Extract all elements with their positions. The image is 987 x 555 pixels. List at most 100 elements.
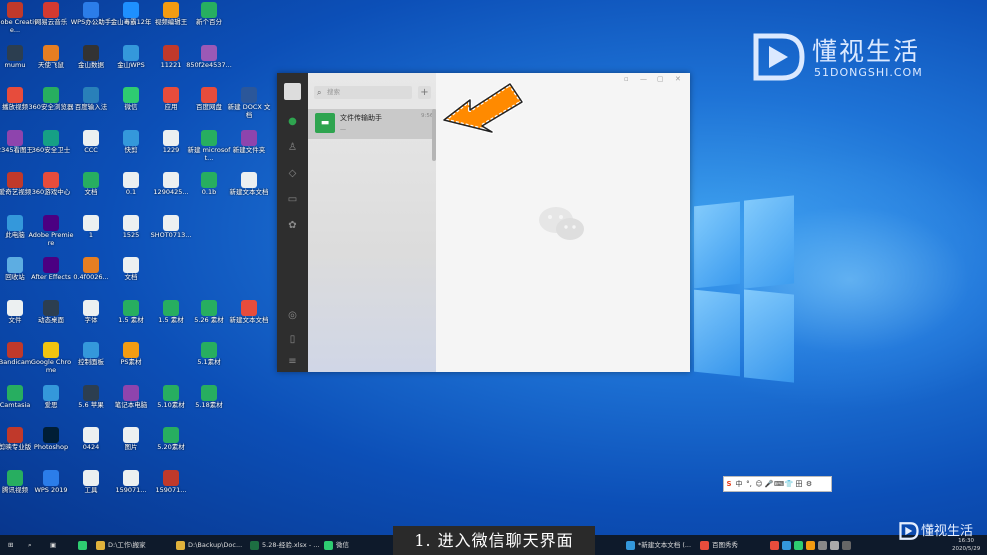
file-icon — [83, 44, 99, 61]
annotation-arrow-icon — [442, 82, 524, 134]
settings-icon[interactable]: ⚙ — [804, 477, 814, 491]
file-icon — [123, 214, 139, 231]
desktop-icon[interactable]: 850f2e4537... — [186, 44, 232, 89]
toolbox-icon[interactable]: 田 — [794, 477, 804, 491]
folder-icon[interactable]: ▭ — [286, 193, 299, 206]
file-icon — [201, 87, 217, 103]
desktop-icon-label: SHOT0713... — [150, 230, 192, 239]
file-icon — [163, 469, 179, 486]
file-icon — [43, 214, 59, 231]
menu-icon[interactable]: ≡ — [286, 355, 299, 368]
taskbar-item-1[interactable]: D:\Backup\Doc... — [176, 535, 242, 555]
chat-item-file-transfer[interactable]: ▬ 文件传输助手 一 9:56 — [308, 109, 436, 139]
file-icon — [43, 87, 59, 103]
file-icon — [201, 44, 217, 61]
desktop-icon[interactable]: 新建文本文档 — [226, 299, 272, 344]
moments-icon[interactable]: ✿ — [286, 219, 299, 232]
chat-item-name: 文件传输助手 — [340, 114, 382, 122]
file-icon — [123, 172, 139, 188]
task-view-icon[interactable]: ▣ — [50, 535, 62, 555]
taskbar-item-2[interactable]: 5.28-经验.xlsx - ... — [250, 535, 320, 555]
chat-list: ⌕ 搜索 + ▬ 文件传输助手 一 9:56 — [308, 73, 436, 372]
file-icon — [123, 384, 139, 401]
desktop-icon-label: 文档 — [124, 273, 138, 281]
file-icon — [7, 214, 23, 231]
taskbar-item-0[interactable]: D:\工作\搬家 — [96, 535, 172, 555]
ime-chinese-toggle[interactable]: 中 — [734, 477, 744, 491]
maximize-button[interactable]: ▢ — [657, 75, 664, 83]
pin-button[interactable]: ▫ — [624, 75, 629, 83]
file-icon — [83, 172, 99, 188]
keyboard-icon[interactable]: ⌨ — [774, 477, 784, 491]
system-tray[interactable] — [770, 535, 890, 555]
watermark-logo: 懂视生活 51DONGSHI.COM — [752, 30, 952, 85]
file-icon — [123, 299, 139, 316]
desktop-icon[interactable]: 新个百分 — [186, 2, 232, 46]
file-icon — [7, 2, 23, 18]
desktop-icon[interactable]: 新建文本文档 — [226, 172, 272, 216]
file-icon — [163, 214, 179, 231]
phone-icon[interactable]: ▯ — [286, 333, 299, 346]
file-icon — [123, 2, 139, 18]
pinned-app-icon[interactable] — [78, 535, 90, 555]
file-icon — [43, 342, 59, 358]
desktop-icon-label: PS素材 — [120, 358, 142, 366]
file-icon — [7, 257, 23, 273]
tutorial-caption: 1. 进入微信聊天界面 — [393, 526, 595, 555]
desktop-icon[interactable]: 文档 — [108, 257, 154, 301]
file-icon — [83, 214, 99, 231]
desktop-icon-label: 5.20素材 — [157, 443, 185, 451]
contacts-icon[interactable]: ♙ — [286, 141, 299, 154]
avatar[interactable] — [284, 83, 301, 100]
file-icon — [43, 172, 59, 188]
desktop-icon[interactable]: 5.1素材 — [186, 342, 232, 386]
desktop-icon-label: 新建文本文档 — [229, 315, 269, 324]
file-icon — [7, 172, 23, 188]
taskbar-item-4[interactable]: *新建文本文档 (... — [626, 535, 694, 555]
search-taskbar-icon[interactable]: ⌕ — [28, 535, 40, 555]
file-icon — [7, 384, 23, 401]
ime-logo[interactable]: S — [724, 477, 734, 491]
watermark-title: 懂视生活 — [812, 37, 921, 66]
clock[interactable]: 16:30 2020/5/29 — [952, 537, 980, 553]
file-icon — [7, 87, 23, 103]
file-icon — [201, 129, 217, 146]
chat-icon[interactable]: ● — [286, 115, 299, 128]
add-button[interactable]: + — [418, 86, 431, 99]
watermark-url: 51DONGSHI.COM — [814, 66, 923, 79]
collection-icon[interactable]: ◇ — [286, 167, 299, 180]
ime-punctuation[interactable]: °, — [744, 477, 754, 491]
desktop-icon[interactable]: 5.18素材 — [186, 384, 232, 429]
desktop-icon[interactable]: 5.20素材 — [148, 427, 194, 471]
taskbar-item-3[interactable]: 微信 — [324, 535, 384, 555]
skin-icon[interactable]: 👕 — [784, 477, 794, 491]
play-logo-small-icon — [899, 522, 919, 540]
mini-program-icon[interactable]: ◎ — [286, 309, 299, 322]
emoji-icon[interactable]: ☺ — [754, 477, 764, 491]
taskbar-item-5[interactable]: 百图秀秀 — [700, 535, 750, 555]
file-icon — [163, 299, 179, 316]
desktop-icon[interactable]: 新建文件夹 — [226, 129, 272, 174]
desktop-icon[interactable]: 159071... — [148, 469, 194, 514]
play-logo-icon — [753, 33, 805, 81]
file-icon — [7, 469, 23, 486]
desktop-icon[interactable]: PS素材 — [108, 342, 154, 386]
microphone-icon[interactable]: 🎤 — [764, 477, 774, 491]
file-icon — [123, 44, 139, 61]
ime-toolbar[interactable]: S 中 °, ☺ 🎤⌨👕 田 ⚙ — [723, 476, 832, 492]
file-icon — [7, 299, 23, 316]
desktop-icon[interactable]: 新建 DOCX 文档 — [226, 87, 272, 131]
minimize-button[interactable]: — — [640, 75, 647, 83]
file-icon — [83, 299, 99, 316]
file-icon — [163, 129, 179, 146]
file-icon — [43, 469, 59, 486]
file-icon — [43, 427, 59, 443]
start-icon[interactable]: ⊞ — [8, 535, 20, 555]
file-transfer-icon: ▬ — [315, 113, 335, 133]
close-button[interactable]: ✕ — [675, 75, 681, 83]
desktop-icon[interactable]: SHOT0713... — [148, 214, 194, 259]
search-input[interactable]: ⌕ 搜索 — [314, 86, 412, 99]
file-icon — [7, 427, 23, 443]
clock-date: 2020/5/29 — [952, 546, 981, 552]
desktop-icon-label: 新建文件夹 — [232, 145, 266, 154]
